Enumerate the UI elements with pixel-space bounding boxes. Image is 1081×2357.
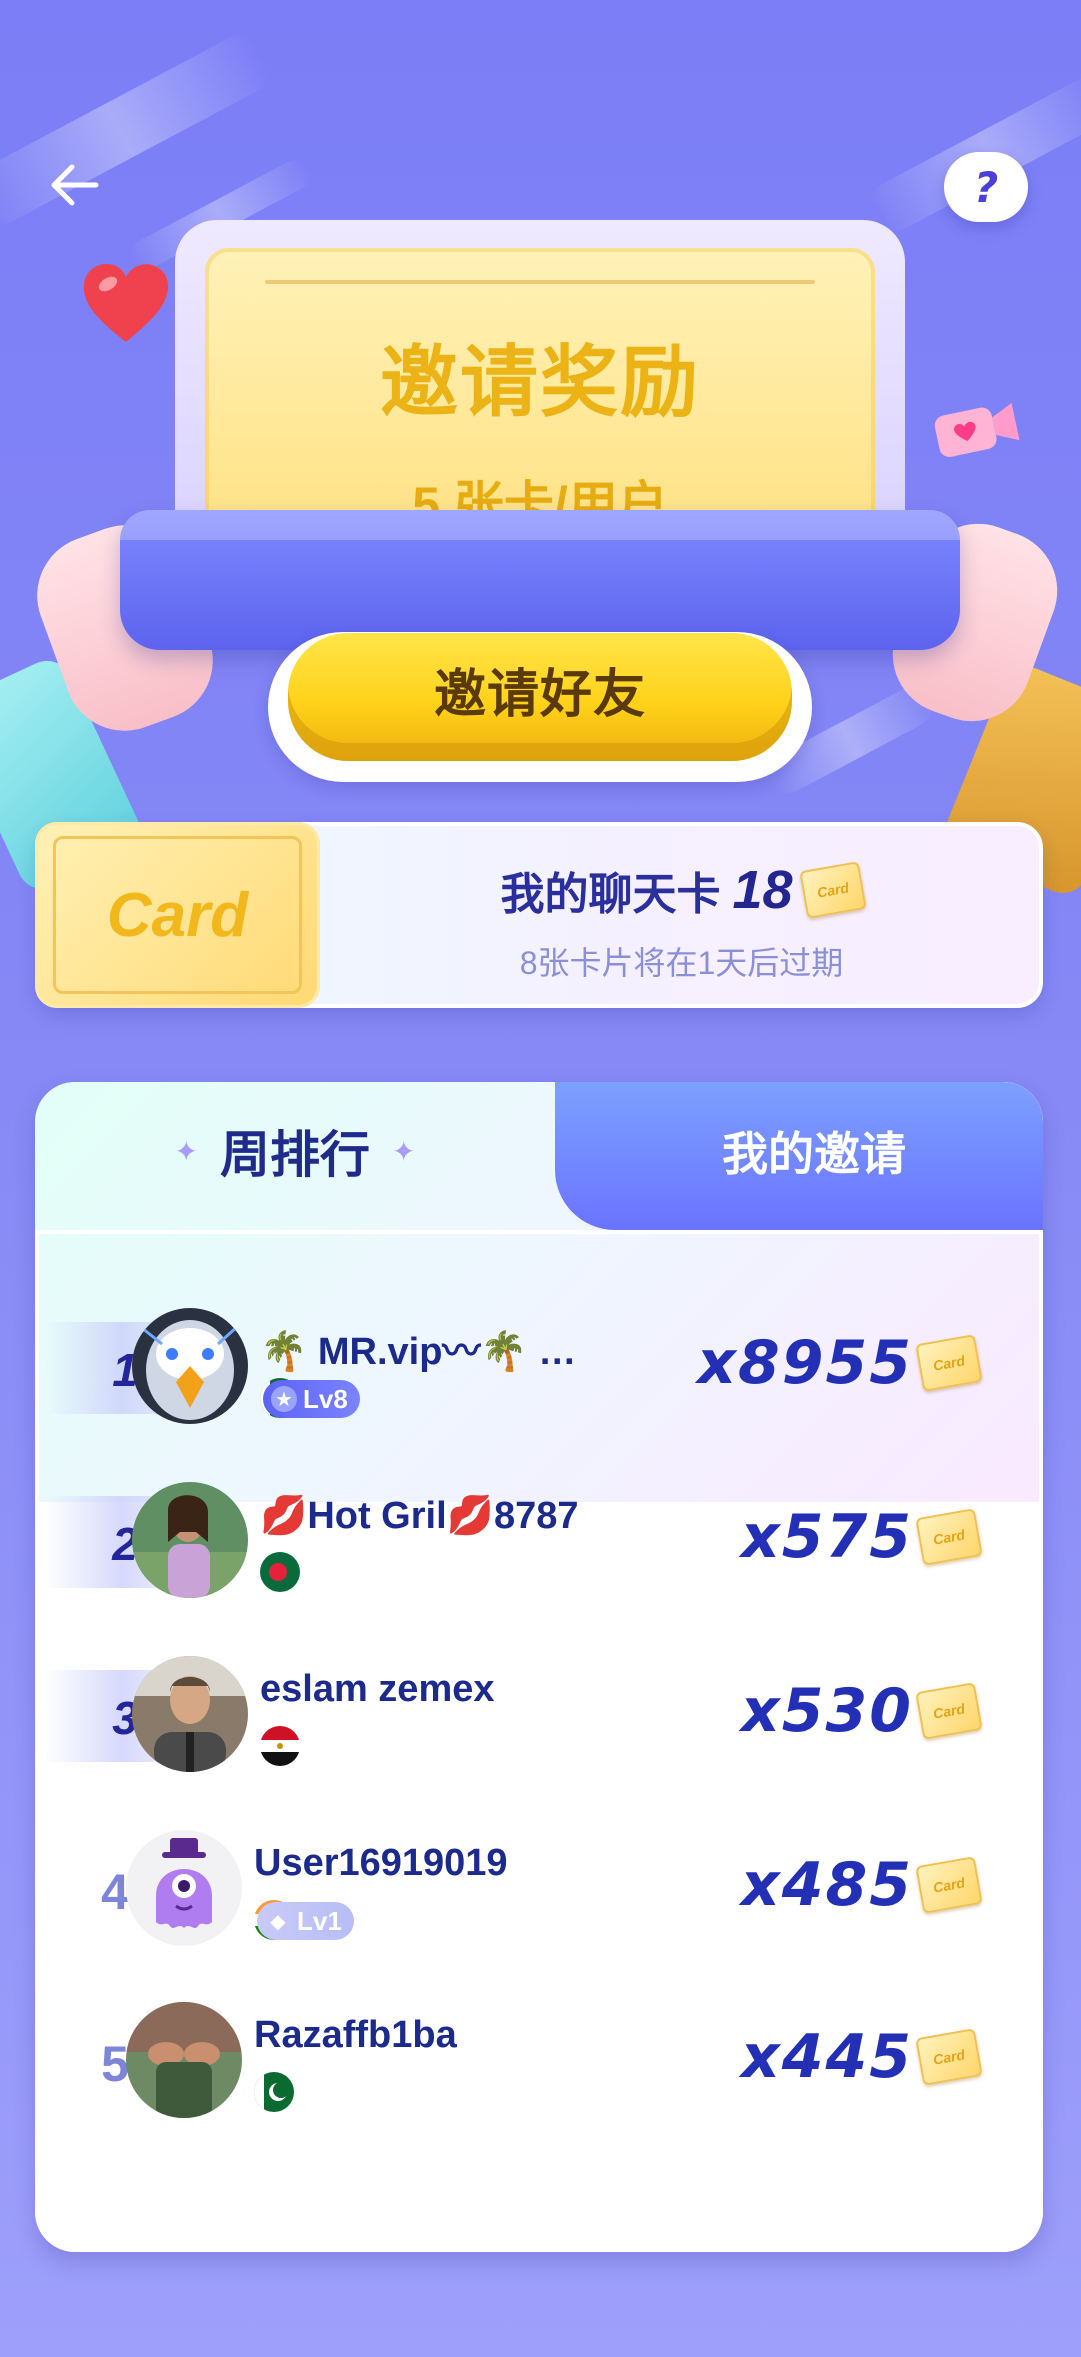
star-icon: ★: [271, 1386, 297, 1412]
card-icon: Card: [798, 861, 867, 919]
score-value: x8955: [697, 1328, 913, 1398]
arrow-left-icon: [51, 164, 99, 206]
avatar[interactable]: [132, 1482, 248, 1598]
chat-card-count: 我的聊天卡 18 Card: [320, 858, 1043, 922]
banner-title: 邀请奖励: [379, 338, 700, 426]
user-name: Razaffb1ba: [254, 2014, 457, 2056]
eagle-avatar-image: [132, 1308, 248, 1424]
ranking-panel: 我的邀请 ✦ 周排行 ✦ 1 🌴 MR.vip〰🌴 … ★ Lv8 x8955 …: [35, 1082, 1043, 2252]
card-icon: Card: [915, 2028, 983, 2086]
card-icon: Card: [915, 1334, 983, 1392]
svg-text:?: ?: [974, 164, 998, 210]
avatar[interactable]: [132, 1308, 248, 1424]
banner-band: [120, 510, 960, 650]
photo-avatar-image: [132, 1656, 248, 1772]
card-icon: Card: [915, 1682, 983, 1740]
ranking-row[interactable]: 1 🌴 MR.vip〰🌴 … ★ Lv8 x8955 Card: [35, 1308, 1043, 1458]
score-value: x575: [741, 1502, 913, 1572]
photo-avatar-image: [132, 1482, 248, 1598]
user-name: eslam zemex: [260, 1668, 495, 1710]
score: x530 Card: [741, 1676, 983, 1746]
invite-friends-label: 邀请好友: [433, 665, 646, 724]
user-name: 💋Hot Gril💋8787: [260, 1495, 579, 1537]
ranking-row[interactable]: 5 Razaffb1ba x445 Card: [35, 2002, 1043, 2152]
level-badge: ◆ Lv1: [257, 1902, 354, 1940]
ranking-row[interactable]: 4 User16919019 ◆ Lv1 x485 Card: [35, 1830, 1043, 1980]
chat-card-number: 18: [732, 860, 793, 920]
octopus-avatar-image: [126, 1830, 242, 1946]
ranking-row[interactable]: 2 💋Hot Gril💋8787 x575 Card: [35, 1482, 1043, 1632]
ranking-row[interactable]: 3 eslam zemex x530 Card: [35, 1656, 1043, 1806]
flag-bangladesh-icon: [260, 1552, 300, 1592]
sparkle-icon: ✦: [392, 1135, 416, 1167]
invite-reward-page: ? 邀请奖励 5 张卡/用户 邀请好友 Card 我的聊天卡 18 Card 8…: [0, 0, 1081, 2357]
score: x445 Card: [741, 2022, 983, 2092]
flag-pakistan-icon: [254, 2072, 294, 2112]
avatar[interactable]: [132, 1656, 248, 1772]
user-name: 🌴 MR.vip〰🌴 …: [260, 1331, 577, 1373]
card-icon: Card: [915, 1856, 983, 1914]
photo-avatar-image: [126, 2002, 242, 2118]
card-tile: Card: [35, 822, 320, 1008]
avatar[interactable]: [126, 1830, 242, 1946]
card-tile-inner: Card: [53, 836, 302, 994]
help-button[interactable]: ?: [944, 152, 1028, 222]
level-badge: ★ Lv8: [263, 1380, 360, 1418]
score-value: x445: [741, 2022, 913, 2092]
score-value: x485: [741, 1850, 913, 1920]
score: x575 Card: [741, 1502, 983, 1572]
card-expiry-note: 8张卡片将在1天后过期: [519, 945, 844, 981]
score: x8955 Card: [697, 1328, 983, 1398]
tab-weekly-label: 周排行: [220, 1127, 370, 1183]
card-icon: Card: [915, 1508, 983, 1566]
user-name: User16919019: [254, 1842, 508, 1884]
reward-banner: 邀请奖励 5 张卡/用户: [120, 220, 960, 740]
score-value: x530: [741, 1676, 913, 1746]
tab-weekly-ranking[interactable]: ✦ 周排行 ✦: [35, 1082, 555, 1230]
card-tile-label: Card: [106, 880, 249, 950]
tab-my-invites-label: 我的邀请: [722, 1128, 906, 1180]
decor-line: [265, 280, 815, 284]
sparkle-icon: ✦: [174, 1135, 198, 1167]
diamond-icon: ◆: [270, 1910, 286, 1933]
back-button[interactable]: [40, 150, 110, 220]
chat-card-title: 我的聊天卡: [500, 870, 721, 919]
score: x485 Card: [741, 1850, 983, 1920]
invite-friends-button[interactable]: 邀请好友: [288, 633, 792, 761]
avatar[interactable]: [126, 2002, 242, 2118]
tab-my-invites[interactable]: 我的邀请: [555, 1082, 1043, 1230]
level-label: Lv8: [303, 1383, 348, 1414]
level-label: Lv1: [297, 1905, 342, 1936]
question-mark-icon: ?: [974, 164, 998, 210]
flag-egypt-icon: [260, 1726, 300, 1766]
